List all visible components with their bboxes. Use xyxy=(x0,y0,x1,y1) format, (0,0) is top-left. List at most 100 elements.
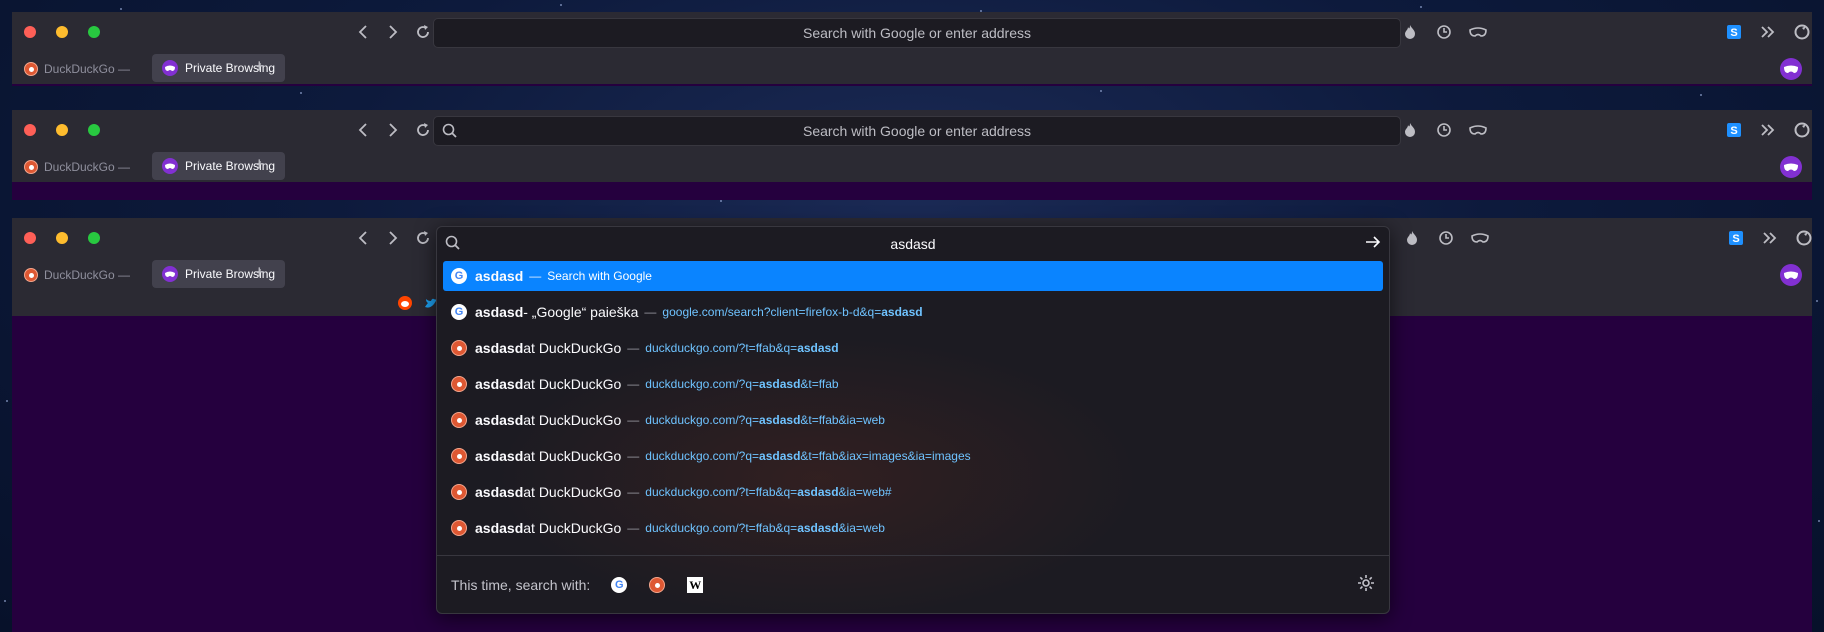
result-title-match: asdasd xyxy=(475,520,524,536)
result-row[interactable]: Gasdasd — Search with Google xyxy=(443,261,1383,291)
result-url-suffix: &t=ffab&iax=images&ia=images xyxy=(800,449,971,463)
tab-duckduckgo[interactable]: DuckDuckGo — xyxy=(24,156,130,178)
tab-private-browsing[interactable]: Private Browsing xyxy=(152,260,286,288)
search-settings-button[interactable] xyxy=(1357,574,1375,597)
one-off-search-bar: This time, search with: G W xyxy=(437,555,1389,614)
double-chevron-icon xyxy=(1761,26,1775,38)
toolbar-extensions: S xyxy=(1726,228,1814,248)
result-row[interactable]: asdasd at DuckDuckGo — duckduckgo.com/?q=a… xyxy=(443,369,1383,399)
chevron-left-icon xyxy=(358,25,367,39)
back-button[interactable] xyxy=(348,226,378,250)
firefox-menu-button[interactable] xyxy=(1792,22,1812,42)
minimize-window-button[interactable] xyxy=(56,232,68,244)
extension-button[interactable]: S xyxy=(1726,228,1746,248)
result-url-suffix: &t=ffab&ia=web xyxy=(800,413,885,427)
result-title: at DuckDuckGo xyxy=(523,412,622,428)
chevron-left-icon xyxy=(358,123,367,137)
close-window-button[interactable] xyxy=(24,26,36,38)
extension-button[interactable]: S xyxy=(1724,120,1744,140)
new-tab-button[interactable]: + xyxy=(254,154,265,175)
result-separator: — xyxy=(627,377,640,391)
google-engine-button[interactable]: G xyxy=(610,576,628,594)
close-window-button[interactable] xyxy=(24,124,36,136)
firefox-icon xyxy=(1794,24,1810,40)
minimize-window-button[interactable] xyxy=(56,124,68,136)
mask-icon xyxy=(1471,233,1489,243)
result-url: google.com/search?client=firefox-b-d&q=a… xyxy=(662,305,922,319)
double-chevron-icon xyxy=(1761,124,1775,136)
forward-button[interactable] xyxy=(378,118,408,142)
new-tab-button[interactable]: + xyxy=(254,262,265,283)
mask-icon xyxy=(1469,27,1487,37)
private-window-button[interactable] xyxy=(1468,120,1488,140)
go-arrow-icon[interactable] xyxy=(1365,233,1381,254)
result-row[interactable]: asdasd at DuckDuckGo — duckduckgo.com/?q=a… xyxy=(443,441,1383,471)
chevron-right-icon xyxy=(389,25,398,39)
history-button[interactable] xyxy=(1434,22,1454,42)
address-bar[interactable]: Search with Google or enter address xyxy=(433,116,1401,146)
svg-text:S: S xyxy=(1730,125,1737,137)
reload-button[interactable] xyxy=(408,226,438,250)
tab-label: DuckDuckGo — xyxy=(44,268,131,282)
maximize-window-button[interactable] xyxy=(88,232,100,244)
close-window-button[interactable] xyxy=(24,232,36,244)
forward-button[interactable] xyxy=(378,20,408,44)
navigation-buttons xyxy=(348,20,438,44)
duckduckgo-icon xyxy=(649,577,666,593)
result-row[interactable]: asdasd at DuckDuckGo — duckduckgo.com/?t=f… xyxy=(443,333,1383,363)
overflow-menu-button[interactable] xyxy=(1760,228,1780,248)
result-title-match: asdasd xyxy=(475,340,524,356)
firefox-menu-button[interactable] xyxy=(1794,228,1814,248)
forget-button[interactable] xyxy=(1400,22,1420,42)
result-row[interactable]: asdasd at DuckDuckGo — duckduckgo.com/?q=a… xyxy=(443,405,1383,435)
navigation-buttons xyxy=(348,118,438,142)
back-button[interactable] xyxy=(348,118,378,142)
toolbar: Search with Google or enter address S xyxy=(12,12,1812,52)
firefox-icon xyxy=(1796,230,1812,246)
maximize-window-button[interactable] xyxy=(88,124,100,136)
tab-duckduckgo[interactable]: DuckDuckGo — xyxy=(24,58,130,80)
wikipedia-engine-button[interactable]: W xyxy=(686,576,704,594)
result-url-prefix: google.com/search?client=firefox-b-d&q= xyxy=(662,305,882,319)
history-button[interactable] xyxy=(1434,120,1454,140)
firefox-menu-button[interactable] xyxy=(1792,120,1812,140)
extension-button[interactable]: S xyxy=(1724,22,1744,42)
private-window-button[interactable] xyxy=(1468,22,1488,42)
clock-icon xyxy=(1437,25,1451,39)
result-url-prefix: duckduckgo.com/?t=ffab&q= xyxy=(645,485,798,499)
extension-s-icon: S xyxy=(1729,231,1743,245)
tab-private-browsing[interactable]: Private Browsing xyxy=(152,54,286,82)
private-mask-icon xyxy=(162,266,178,282)
tab-duckduckgo[interactable]: DuckDuckGo — xyxy=(24,264,130,286)
toolbar-extensions: S xyxy=(1724,120,1812,140)
history-button[interactable] xyxy=(1436,228,1456,248)
result-action: Search with Google xyxy=(547,269,652,283)
back-button[interactable] xyxy=(348,20,378,44)
private-window-button[interactable] xyxy=(1470,228,1490,248)
address-bar-focused[interactable]: asdasd xyxy=(437,227,1389,261)
duckduckgo-icon xyxy=(451,484,467,500)
toolbar-actions xyxy=(1400,120,1488,140)
result-url: duckduckgo.com/?t=ffab&q=asdasd&ia=web xyxy=(645,521,885,535)
result-row[interactable]: Gasdasd - „Google“ paieška — google.com/se… xyxy=(443,297,1383,327)
reddit-icon[interactable] xyxy=(398,296,412,315)
overflow-menu-button[interactable] xyxy=(1758,120,1778,140)
duckduckgo-engine-button[interactable] xyxy=(648,576,666,594)
result-row[interactable]: asdasd at DuckDuckGo — duckduckgo.com/?t=f… xyxy=(443,477,1383,507)
result-url-match: asdasd xyxy=(797,341,839,355)
forward-button[interactable] xyxy=(378,226,408,250)
result-title: at DuckDuckGo xyxy=(523,520,622,536)
forget-button[interactable] xyxy=(1400,120,1420,140)
result-url-match: asdasd xyxy=(797,485,839,499)
result-row[interactable]: asdasd at DuckDuckGo — duckduckgo.com/?t=f… xyxy=(443,513,1383,543)
new-tab-button[interactable]: + xyxy=(254,56,265,77)
result-separator: — xyxy=(627,485,640,499)
overflow-menu-button[interactable] xyxy=(1758,22,1778,42)
maximize-window-button[interactable] xyxy=(88,26,100,38)
gear-icon xyxy=(1358,575,1374,591)
result-url-match: asdasd xyxy=(797,521,839,535)
forget-button[interactable] xyxy=(1402,228,1422,248)
tab-private-browsing[interactable]: Private Browsing xyxy=(152,152,286,180)
address-bar[interactable]: Search with Google or enter address xyxy=(433,18,1401,48)
minimize-window-button[interactable] xyxy=(56,26,68,38)
